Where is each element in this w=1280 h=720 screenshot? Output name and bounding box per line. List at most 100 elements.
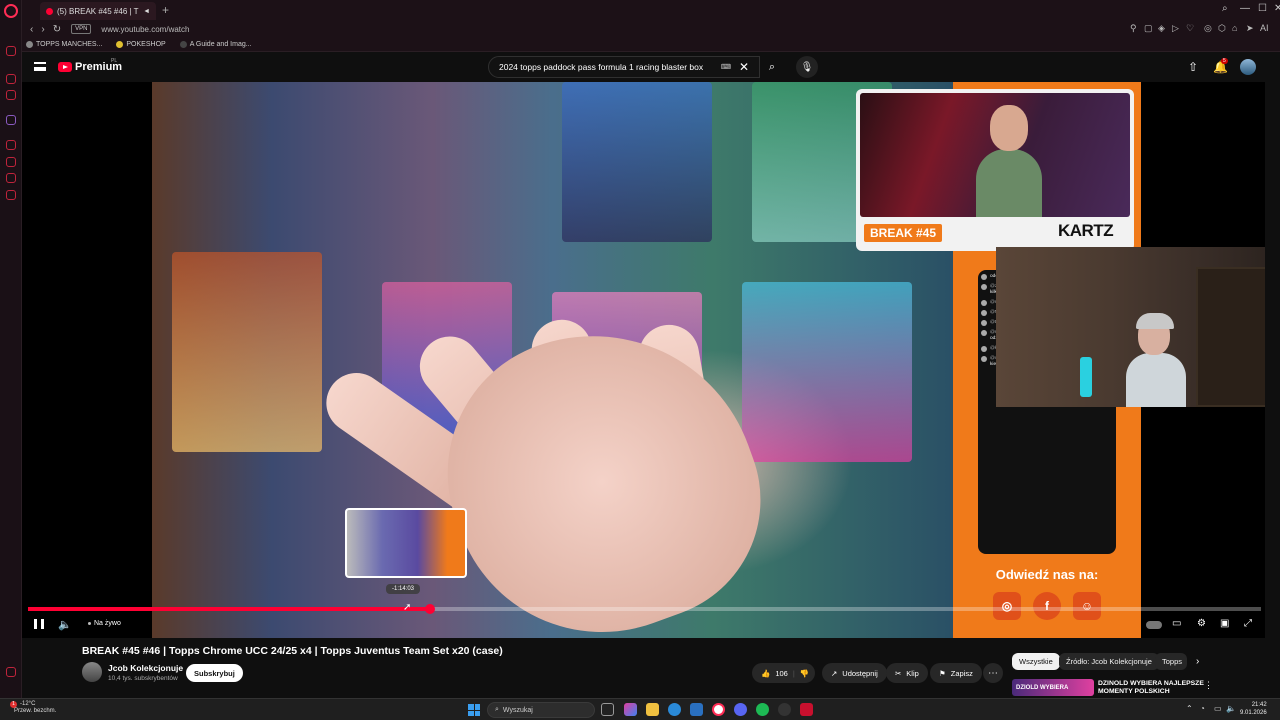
edge-icon[interactable] — [668, 703, 681, 716]
reload-icon[interactable]: ↻ — [53, 24, 61, 35]
vpn-badge[interactable]: VPN — [71, 24, 92, 34]
file-explorer-icon[interactable] — [646, 703, 659, 716]
sidebar-download-icon[interactable] — [6, 157, 16, 167]
fullscreen-icon[interactable]: ⤢ — [1244, 618, 1252, 629]
recommendation-menu-icon[interactable]: ⋮ — [1204, 680, 1213, 691]
discord-icon: ☺ — [1073, 592, 1101, 620]
recording-icon — [46, 7, 53, 15]
minimize-icon[interactable]: — — [1240, 3, 1250, 14]
chevron-up-icon[interactable]: ⌃ — [1186, 704, 1193, 713]
more-actions-icon[interactable]: ⋯ — [983, 663, 1003, 683]
account-avatar[interactable] — [1240, 59, 1256, 75]
clear-search-icon[interactable]: ✕ — [739, 60, 749, 74]
chip-topps[interactable]: Topps — [1155, 653, 1187, 670]
store-icon[interactable] — [690, 703, 703, 716]
close-icon[interactable]: ✕ — [1274, 3, 1280, 14]
thumbs-down-icon[interactable]: 👎 — [800, 669, 809, 678]
weather-widget[interactable]: 1 -12°C Przew. bezchm. — [10, 701, 56, 715]
play-icon[interactable]: ▷ — [1172, 23, 1179, 34]
chip-source[interactable]: Źródło: Jcob Kolekcjonuje — [1059, 653, 1159, 670]
snapshot-icon[interactable]: ▢ — [1144, 23, 1153, 34]
volume-icon[interactable]: 🔈 — [58, 618, 72, 631]
sidebar-messenger-icon[interactable] — [6, 74, 16, 84]
messenger-icon[interactable]: ◎ — [1204, 23, 1212, 34]
sidebar-bookmark-icon[interactable] — [6, 46, 16, 56]
captions-icon[interactable]: ▭ — [1172, 618, 1181, 629]
channel-name[interactable]: Jcob Kolekcjonuje — [108, 663, 183, 673]
sidebar-twitch-icon[interactable] — [6, 115, 16, 125]
maximize-icon[interactable]: ☐ — [1258, 3, 1267, 14]
shield-icon[interactable]: ◈ — [1158, 23, 1165, 34]
save-button[interactable]: ⚑ Zapisz — [930, 663, 982, 683]
opera-logo-icon[interactable] — [4, 4, 18, 18]
recommendation-thumbnail[interactable]: DZIOLD WYBIERA — [1012, 679, 1094, 696]
search-input[interactable]: 2024 topps paddock pass formula 1 racing… — [488, 56, 760, 78]
chip-all[interactable]: Wszystkie — [1012, 653, 1060, 670]
discord-taskbar-icon[interactable] — [734, 703, 747, 716]
cube-icon[interactable]: ⬡ — [1218, 23, 1226, 34]
send-icon[interactable]: ➤ — [1246, 23, 1254, 34]
spotify-icon[interactable] — [756, 703, 769, 716]
search-icon[interactable]: ⌕ — [760, 56, 784, 78]
progress-scrubber[interactable] — [424, 604, 435, 614]
system-clock[interactable]: 21:42 9.01.2026 — [1240, 701, 1267, 717]
miniplayer-icon[interactable]: ▣ — [1220, 618, 1229, 629]
new-tab-icon[interactable]: + — [162, 3, 169, 17]
like-button[interactable]: 👍 106 | 👎 — [752, 663, 816, 683]
ai-label[interactable]: AI — [1260, 23, 1269, 33]
task-view-icon[interactable] — [601, 703, 614, 716]
sidebar-settings-icon[interactable] — [6, 190, 16, 200]
sidebar-extensions-icon[interactable] — [6, 173, 16, 183]
video-player[interactable]: odcl) i dałaj się tym jarzemy ja dorodź@… — [22, 82, 1265, 638]
kartz-logo: KARTZ — [1058, 221, 1114, 240]
copilot-icon[interactable] — [624, 703, 637, 716]
network-icon[interactable]: ▭ — [1214, 704, 1222, 713]
sidebar-clock-icon[interactable] — [6, 140, 16, 150]
bookmark-item[interactable]: A Guide and Imag... — [179, 41, 252, 48]
forward-icon[interactable]: › — [41, 24, 44, 35]
bookmark-favicon-icon — [179, 41, 187, 48]
bookmark-item[interactable]: TOPPS MANCHES... — [26, 41, 102, 48]
chevron-right-icon[interactable]: › — [1196, 656, 1199, 667]
clip-button[interactable]: ✂ Klip — [886, 663, 928, 683]
obs-icon[interactable] — [778, 703, 791, 716]
taskbar-search[interactable]: ⌕ Wyszukaj — [487, 702, 595, 718]
microphone-icon[interactable]: 🎙 — [796, 56, 818, 78]
windows-taskbar: 1 -12°C Przew. bezchm. ⌕ Wyszukaj ⌃ ◔ ▭ … — [0, 698, 1280, 720]
live-indicator[interactable]: Na żywo — [88, 620, 121, 627]
keyboard-icon[interactable]: ⌨ — [721, 63, 731, 71]
blurred-card — [742, 282, 912, 462]
menu-icon[interactable] — [34, 62, 46, 71]
share-button[interactable]: ↗ Udostępnij — [822, 663, 887, 683]
windows-start-icon[interactable] — [468, 704, 480, 716]
host-person — [976, 105, 1042, 217]
autoplay-toggle[interactable] — [1146, 621, 1162, 629]
upload-icon[interactable]: ⇧ — [1188, 60, 1198, 74]
channel-avatar[interactable] — [82, 662, 102, 682]
seek-preview-time: -1:14:03 — [386, 584, 421, 594]
video-frame[interactable] — [152, 82, 953, 638]
bookmark-item[interactable]: POKESHOP — [116, 41, 166, 48]
heart-icon[interactable]: ♡ — [1186, 23, 1194, 34]
pin-icon[interactable]: ⚲ — [1130, 23, 1137, 34]
youtube-logo-icon[interactable] — [58, 62, 72, 72]
tab-audio-icon[interactable]: ◄ — [143, 8, 150, 15]
sidebar-history-icon[interactable] — [6, 90, 16, 100]
tab-youtube[interactable]: (5) BREAK #45 #46 | T ◄ — [40, 2, 156, 20]
recommendation-title[interactable]: DZINOLD WYBIERA NAJLEPSZE MOMENTY POLSKI… — [1098, 680, 1206, 696]
app-icon[interactable] — [800, 703, 813, 716]
microphone — [1080, 357, 1092, 397]
lock-icon[interactable]: ⌂ — [1232, 23, 1237, 33]
opera-icon[interactable] — [712, 703, 725, 716]
progress-bar[interactable] — [28, 604, 1261, 614]
scissors-icon: ✂ — [895, 668, 902, 678]
subscribe-button[interactable]: Subskrybuj — [186, 664, 243, 682]
sidebar-more-icon[interactable] — [6, 667, 16, 677]
pause-icon[interactable] — [34, 619, 44, 629]
search-tabs-icon[interactable]: ⌕ — [1222, 3, 1228, 14]
speaker-icon[interactable]: 🔈 — [1226, 704, 1236, 713]
back-icon[interactable]: ‹ — [30, 24, 33, 35]
system-tray-icon[interactable]: ◔ — [1200, 704, 1205, 713]
url-field[interactable]: www.youtube.com/watch — [101, 25, 189, 34]
settings-icon[interactable]: ⚙ — [1197, 618, 1206, 629]
